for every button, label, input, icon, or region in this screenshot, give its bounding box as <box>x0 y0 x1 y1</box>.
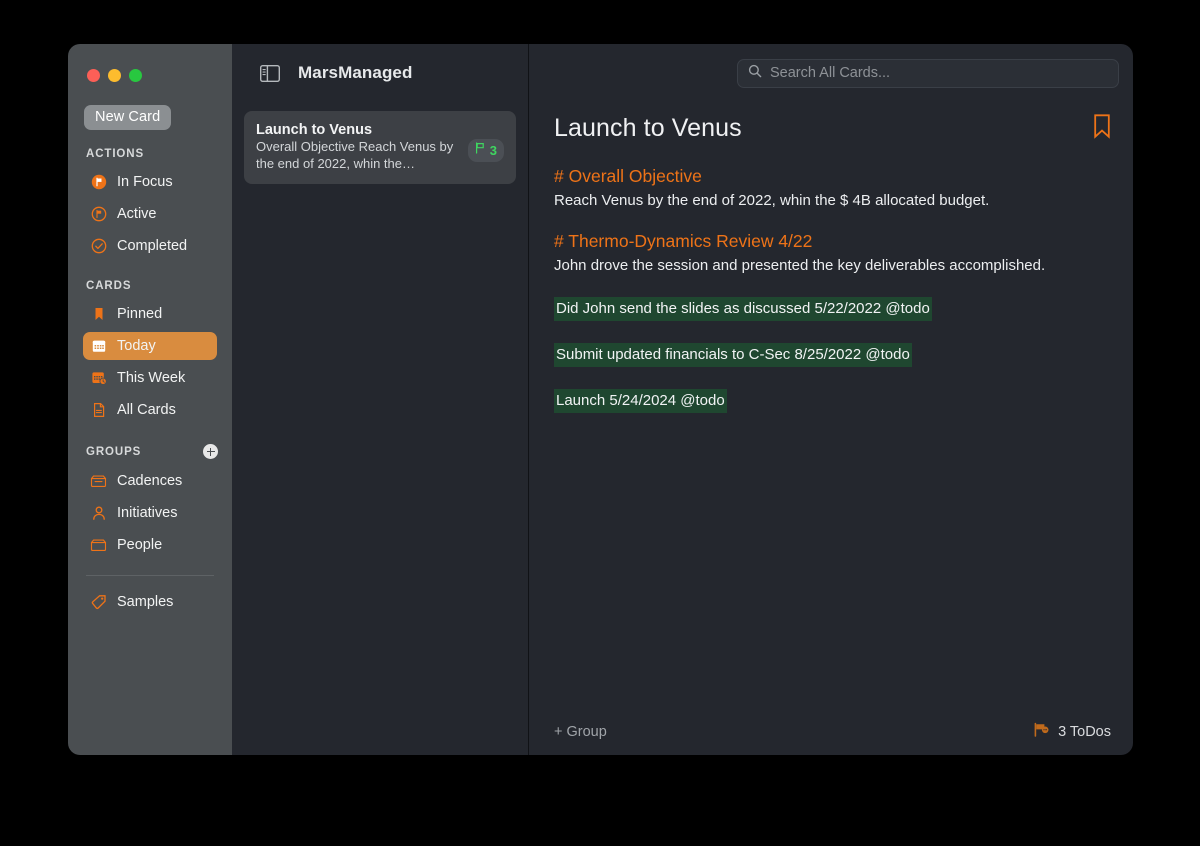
todo-count-label: 3 ToDos <box>1058 724 1111 740</box>
new-card-button[interactable]: New Card <box>84 105 172 130</box>
window-traffic-lights <box>68 44 232 82</box>
sidebar-toggle-icon[interactable] <box>259 64 281 82</box>
sidebar-item-active[interactable]: Active <box>83 200 217 228</box>
inbox-open-icon <box>90 537 107 554</box>
markdown-heading: # Overall Objective <box>554 166 702 186</box>
minimize-window-button[interactable] <box>108 69 121 82</box>
card-list-column: MarsManaged Launch to Venus Overall Obje… <box>232 44 529 755</box>
sidebar-item-pinned[interactable]: Pinned <box>83 300 217 328</box>
detail-body: Launch to Venus # Overall Objective Reac… <box>529 102 1133 709</box>
close-window-button[interactable] <box>87 69 100 82</box>
todo-text: Did John send the slides as discussed 5/… <box>554 297 932 321</box>
search-icon <box>748 64 762 83</box>
card-title: Launch to Venus <box>256 122 373 138</box>
detail-title: Launch to Venus <box>554 114 742 142</box>
flag-badge-icon <box>1033 722 1050 742</box>
sidebar-item-this-week[interactable]: This Week <box>83 364 217 392</box>
sidebar-item-initiatives[interactable]: Initiatives <box>83 499 217 527</box>
detail-footer: + Group 3 ToDos <box>529 709 1133 755</box>
markdown-body: John drove the session and presented the… <box>554 257 1046 274</box>
detail-pane: Launch to Venus # Overall Objective Reac… <box>529 44 1133 755</box>
todo-item[interactable]: Submit updated financials to C-Sec 8/25/… <box>554 343 1111 367</box>
sidebar-divider <box>86 575 214 576</box>
page-title: MarsManaged <box>298 63 413 82</box>
sidebar-item-completed[interactable]: Completed <box>83 232 217 260</box>
sidebar-item-cadences[interactable]: Cadences <box>83 467 217 495</box>
flag-outline-circle-icon <box>90 206 107 223</box>
sidebar-item-samples[interactable]: Samples <box>83 588 217 616</box>
maximize-window-button[interactable] <box>129 69 142 82</box>
card-text: Launch to Venus Overall Objective Reach … <box>256 122 462 172</box>
card-badge-count: 3 <box>489 142 497 158</box>
detail-header: Launch to Venus <box>554 114 1111 144</box>
todo-text: Submit updated financials to C-Sec 8/25/… <box>554 343 912 367</box>
bookmark-icon <box>90 306 107 323</box>
sidebar-item-people[interactable]: People <box>83 531 217 559</box>
sidebar-item-all-cards[interactable]: All Cards <box>83 396 217 424</box>
todo-item[interactable]: Launch 5/24/2024 @todo <box>554 389 1111 413</box>
calendar-clock-icon <box>90 370 107 387</box>
flag-filled-circle-icon <box>90 174 107 191</box>
sidebar-item-today[interactable]: Today <box>83 332 217 360</box>
sidebar-item-label: People <box>117 537 163 553</box>
search-input[interactable] <box>770 65 1108 81</box>
todo-count: 3 ToDos <box>1033 722 1111 742</box>
sidebar-item-label: Samples <box>117 594 174 610</box>
sidebar-item-label: Cadences <box>117 473 183 489</box>
inbox-tray-icon <box>90 473 107 490</box>
sidebar-item-label: Pinned <box>117 306 163 322</box>
status-badge: 3 <box>467 139 504 162</box>
sidebar-item-label: Active <box>117 206 157 222</box>
bookmark-icon[interactable] <box>1093 114 1111 144</box>
card-list: Launch to Venus Overall Objective Reach … <box>232 102 528 184</box>
sidebar-section-actions-label: ACTIONS <box>86 148 145 160</box>
sidebar-item-label: Initiatives <box>117 505 178 521</box>
sidebar-item-label: In Focus <box>117 174 173 190</box>
person-icon <box>90 505 107 522</box>
calendar-icon <box>90 338 107 355</box>
sidebar-section-cards-label: CARDS <box>86 280 132 292</box>
todo-text: Launch 5/24/2024 @todo <box>554 389 727 413</box>
markdown-body: Reach Venus by the end of 2022, whin the… <box>554 192 990 209</box>
todo-item[interactable]: Did John send the slides as discussed 5/… <box>554 297 1111 321</box>
app-window: New Card ACTIONS In Focus Active Complet… <box>68 44 1133 755</box>
sidebar-item-in-focus[interactable]: In Focus <box>83 168 217 196</box>
groups-label-text: GROUPS <box>86 445 142 458</box>
list-item[interactable]: Launch to Venus Overall Objective Reach … <box>244 111 516 184</box>
card-list-toolbar: MarsManaged <box>232 44 528 102</box>
sidebar: New Card ACTIONS In Focus Active Complet… <box>68 44 232 755</box>
tag-icon <box>90 594 107 611</box>
sidebar-section-groups-label: GROUPS <box>68 444 232 459</box>
sidebar-item-label: This Week <box>117 370 186 386</box>
markdown-heading: # Thermo-Dynamics Review 4/22 <box>554 231 813 251</box>
card-snippet: Overall Objective Reach Venus by the end… <box>256 139 454 171</box>
search-box[interactable] <box>737 58 1119 88</box>
add-group-icon[interactable] <box>203 444 218 459</box>
sidebar-item-label: Completed <box>117 238 188 254</box>
sidebar-item-label: All Cards <box>117 402 176 418</box>
new-card-button-wrap: New Card <box>68 82 232 130</box>
document-icon <box>90 402 107 419</box>
detail-toolbar <box>529 44 1133 102</box>
sidebar-item-label: Today <box>117 338 156 354</box>
add-group-button[interactable]: + Group <box>554 724 607 740</box>
check-circle-icon <box>90 238 107 255</box>
flag-icon <box>474 141 486 159</box>
